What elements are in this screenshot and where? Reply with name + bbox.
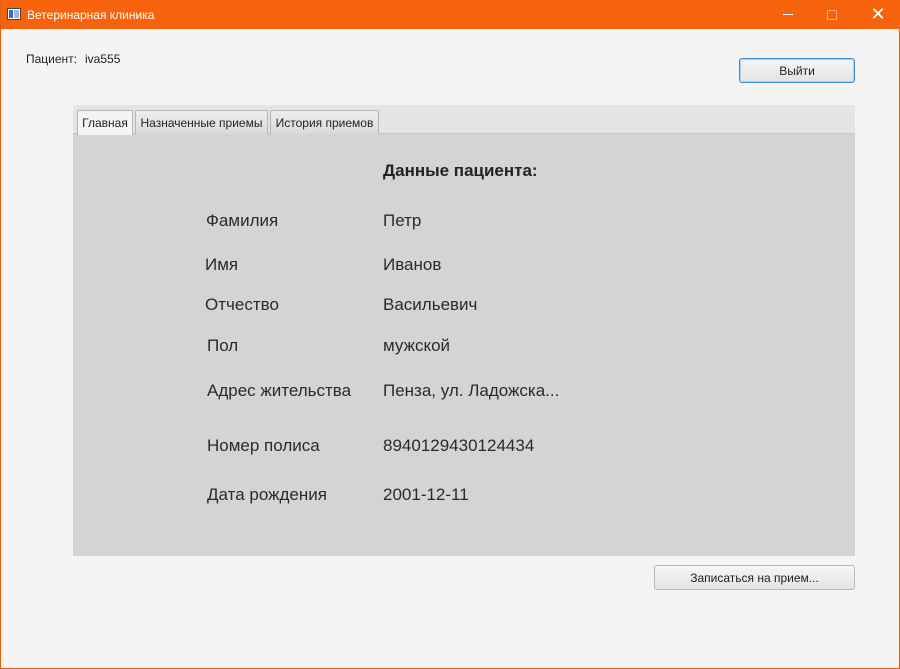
app-window-icon	[7, 8, 21, 20]
address-value: Пенза, ул. Ладожска...	[383, 381, 560, 400]
policy-number-value: 8940129430124434	[383, 436, 535, 455]
maximize-icon	[827, 9, 837, 20]
name-label: Имя	[205, 255, 239, 274]
minimize-button[interactable]	[765, 0, 811, 29]
close-icon: ✕	[870, 4, 886, 25]
logout-button[interactable]: Выйти	[739, 58, 855, 83]
name-value: Иванов	[383, 255, 442, 274]
tab-pane: Главная Назначенные приемы История прием…	[73, 105, 855, 556]
patient-data-heading: Данные пациента:	[383, 161, 538, 180]
maximize-button[interactable]	[809, 0, 855, 29]
birth-date-label: Дата рождения	[207, 485, 327, 504]
tab-main[interactable]: Главная	[77, 110, 133, 135]
address-label: Адрес жительства	[207, 381, 352, 400]
minimize-icon	[783, 14, 793, 15]
patient-label: Пациент:	[26, 52, 78, 66]
policy-number-label: Номер полиса	[207, 436, 320, 455]
surname-value: Петр	[383, 211, 422, 230]
tab-scheduled-appointments[interactable]: Назначенные приемы	[135, 110, 268, 134]
window-title: Ветеринарная клиника	[27, 8, 155, 22]
birth-date-value: 2001-12-11	[383, 485, 469, 504]
title-bar[interactable]: Ветеринарная клиника ✕	[1, 0, 900, 29]
patronymic-label: Отчество	[205, 295, 279, 314]
tab-appointment-history[interactable]: История приемов	[270, 110, 379, 134]
book-appointment-button[interactable]: Записаться на прием...	[654, 565, 855, 590]
gender-label: Пол	[207, 336, 239, 355]
surname-label: Фамилия	[206, 211, 279, 230]
app-window: Ветеринарная клиника ✕ Пациент: iva555 В…	[0, 0, 900, 669]
close-button[interactable]: ✕	[855, 0, 900, 29]
patient-login: iva555	[85, 52, 121, 66]
gender-value: мужской	[383, 336, 451, 355]
patronymic-value: Васильевич	[383, 295, 478, 314]
